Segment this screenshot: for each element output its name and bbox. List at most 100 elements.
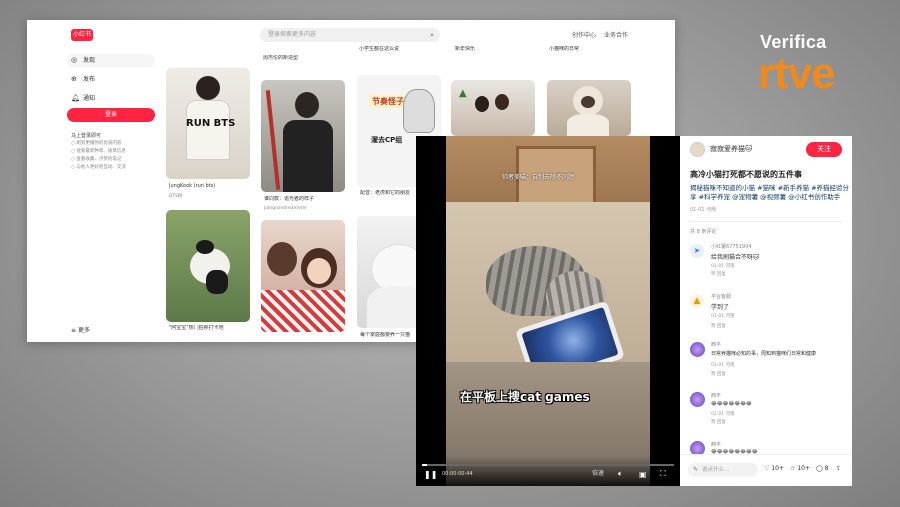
comment-input[interactable]: ✎ 说点什么... <box>688 463 758 477</box>
comment-input-placeholder: 说点什么... <box>702 467 730 473</box>
verifica-rtve-logo: Verifica rtve <box>758 32 878 102</box>
login-button[interactable]: 登录 <box>67 108 155 122</box>
search-icon[interactable]: ⌕ <box>430 28 434 42</box>
paper-plane-icon[interactable]: ➤ <box>690 244 704 258</box>
sidebar-item-label: 发现 <box>83 57 96 64</box>
more-menu[interactable]: ≡ 更多 <box>71 325 90 334</box>
feed-card-caption[interactable]: JungKook (run bts) <box>169 183 253 190</box>
login-benefit: 与他人更好地互动、交流 <box>71 164 155 171</box>
feed-card-image[interactable] <box>547 80 631 136</box>
comment-actions[interactable]: 赞 回复 <box>711 419 726 425</box>
search-placeholder: 登录探索更多内容 <box>268 31 317 38</box>
nav-business[interactable]: 业务合作 <box>604 30 628 39</box>
share-icon[interactable]: ⇪ <box>836 465 841 472</box>
comment-meta: 01-01 河南 <box>711 314 735 319</box>
feed-card-caption[interactable]: 新年快乐 <box>455 46 539 53</box>
comment-meta: 01-01 河南 <box>711 264 735 269</box>
comment-author[interactable]: 小红薯67751904 <box>711 243 751 250</box>
video-time: 00:00:00:44 <box>442 471 473 477</box>
commenter-avatar[interactable] <box>690 392 705 407</box>
divider <box>690 221 842 222</box>
login-benefit: 查看收藏、点赞的笔记 <box>71 156 155 163</box>
comment-author[interactable]: 西平 <box>711 441 721 448</box>
search-input[interactable]: 登录探索更多内容 ⌕ <box>260 28 440 42</box>
video-overlay-caption: 帅者美喵：自制去除不问题 <box>502 174 575 181</box>
comment-actions[interactable]: 赞 回复 <box>711 271 726 277</box>
feed-card-image[interactable]: RUN BTS <box>166 68 250 179</box>
person-head <box>196 76 220 100</box>
sidebar-item-label: 通知 <box>83 95 96 102</box>
siamese-cat-mask <box>581 96 595 108</box>
comment-stat[interactable]: ◯ 8 <box>816 465 828 472</box>
person-body <box>186 100 230 160</box>
comment-text: 日常养猫咪必知的事，周知到猫咪们日常和健康 <box>711 351 817 357</box>
comment-author[interactable]: 西平 <box>711 341 721 348</box>
commenter-avatar[interactable] <box>690 342 705 357</box>
progress-bar[interactable] <box>422 464 674 466</box>
comment-bubble-icon: ◯ <box>816 465 823 472</box>
feed-card-image[interactable] <box>166 210 250 322</box>
rednote-logo[interactable]: 小红书 <box>71 29 93 41</box>
comment-text: 学到了 <box>711 304 730 311</box>
author-name[interactable]: 寂寂爱养猫🐱 <box>710 144 752 154</box>
post-title: 高冷小猫打死都不愿说的五件事 <box>690 170 802 179</box>
comment-text: 给我刷猫合不呀🐱 <box>711 254 760 261</box>
feed-card-user[interactable]: BTS粉 <box>169 193 253 199</box>
comment-author[interactable]: 平台客服 <box>711 293 731 300</box>
run-bts-overlay: RUN BTS <box>186 118 236 129</box>
comment-actions[interactable]: 赞 回复 <box>711 371 726 377</box>
video-frame[interactable] <box>446 136 650 486</box>
plus-icon: ⊕ <box>71 75 77 83</box>
bell-icon: 🔔︎ <box>71 94 80 102</box>
warning-icon[interactable]: ▲ <box>690 294 704 308</box>
follow-button[interactable]: 关注 <box>806 142 842 157</box>
feed-card-caption[interactable]: 小学生都在这么说 <box>359 46 443 53</box>
comic-title: 节奏怪子 <box>369 95 407 108</box>
sidebar-item-discover[interactable]: ◎ 发现 <box>67 54 155 67</box>
person-hair <box>267 242 297 276</box>
sidebar-item-publish[interactable]: ⊕ 发布 <box>67 73 155 86</box>
feed-card-caption[interactable]: "阿宝宝"热门拍照打卡地 <box>169 325 253 332</box>
christmas-tree-icon: ▲ <box>459 88 467 99</box>
stick-prop <box>265 90 281 190</box>
compass-icon: ◎ <box>71 56 78 64</box>
star-icon: ☆ <box>790 465 796 472</box>
feed-card-image[interactable] <box>261 220 345 332</box>
post-date: 01-01 河南 <box>690 207 717 213</box>
pause-icon[interactable]: ❚❚ <box>424 470 437 479</box>
author-avatar[interactable] <box>690 142 705 157</box>
comic-character <box>403 89 435 133</box>
person-hair <box>475 96 489 112</box>
post-detail-panel: 寂寂爱养猫🐱 关注 高冷小猫打死都不愿说的五件事 揭秘猫咪不知道的小猫 #猫咪 … <box>680 136 852 486</box>
login-benefit: 刷到更懂你的优质内容 <box>71 140 155 147</box>
video-player[interactable]: 帅者美喵：自制去除不问题 在平板上搜cat games ❚❚ 00:00:00:… <box>416 136 680 486</box>
brand-rtve: rtve <box>758 49 836 98</box>
feed-card-image[interactable] <box>261 80 345 192</box>
comment-actions[interactable]: 赞 回复 <box>711 323 726 329</box>
speed-button[interactable]: 倍速 <box>592 468 604 477</box>
comment-count: 共 8 条评论 <box>690 229 717 235</box>
login-benefit: 搜索最新种草、拔草信息 <box>71 148 155 155</box>
fullscreen-icon[interactable]: ⛶ <box>660 469 666 479</box>
panda-head <box>196 240 214 254</box>
panda-legs <box>206 270 228 294</box>
picture-in-picture-icon[interactable]: ▣ <box>639 470 647 479</box>
feed-card-user[interactable]: jiangnandreamerer <box>264 206 348 211</box>
nav-creator-center[interactable]: 创作中心 <box>572 30 596 39</box>
feed-card-caption[interactable]: 谁同款：追光者的样子 <box>264 196 348 203</box>
comment-author[interactable]: 西平 <box>711 392 721 399</box>
post-tags[interactable]: 揭秘猫咪不知道的小猫 #猫咪 #新手养猫 #养猫经验分享 #科学养宠 @宠物薯 … <box>690 184 850 202</box>
sidebar-item-label: 发布 <box>83 76 96 83</box>
feed-card-caption[interactable]: 小猫咪的日常 <box>549 46 633 53</box>
comment-meta: 01-01 河南 <box>711 363 735 368</box>
comic-subtitle: 濯去CP组 <box>371 136 403 144</box>
sidebar-item-notifications[interactable]: 🔔︎ 通知 <box>67 92 155 105</box>
volume-icon[interactable]: 🔈︎ <box>618 469 623 479</box>
like-stat[interactable]: ♡ 10+ <box>764 465 784 472</box>
pencil-icon: ✎ <box>693 466 699 473</box>
feed-card-caption[interactable]: 周杰伦的新造型 <box>263 55 347 62</box>
feed-card-image[interactable]: ▲ <box>451 80 535 136</box>
login-benefits-title: 马上登录即可 <box>71 133 102 139</box>
person-face <box>307 258 331 284</box>
collect-stat[interactable]: ☆ 10+ <box>790 465 810 472</box>
